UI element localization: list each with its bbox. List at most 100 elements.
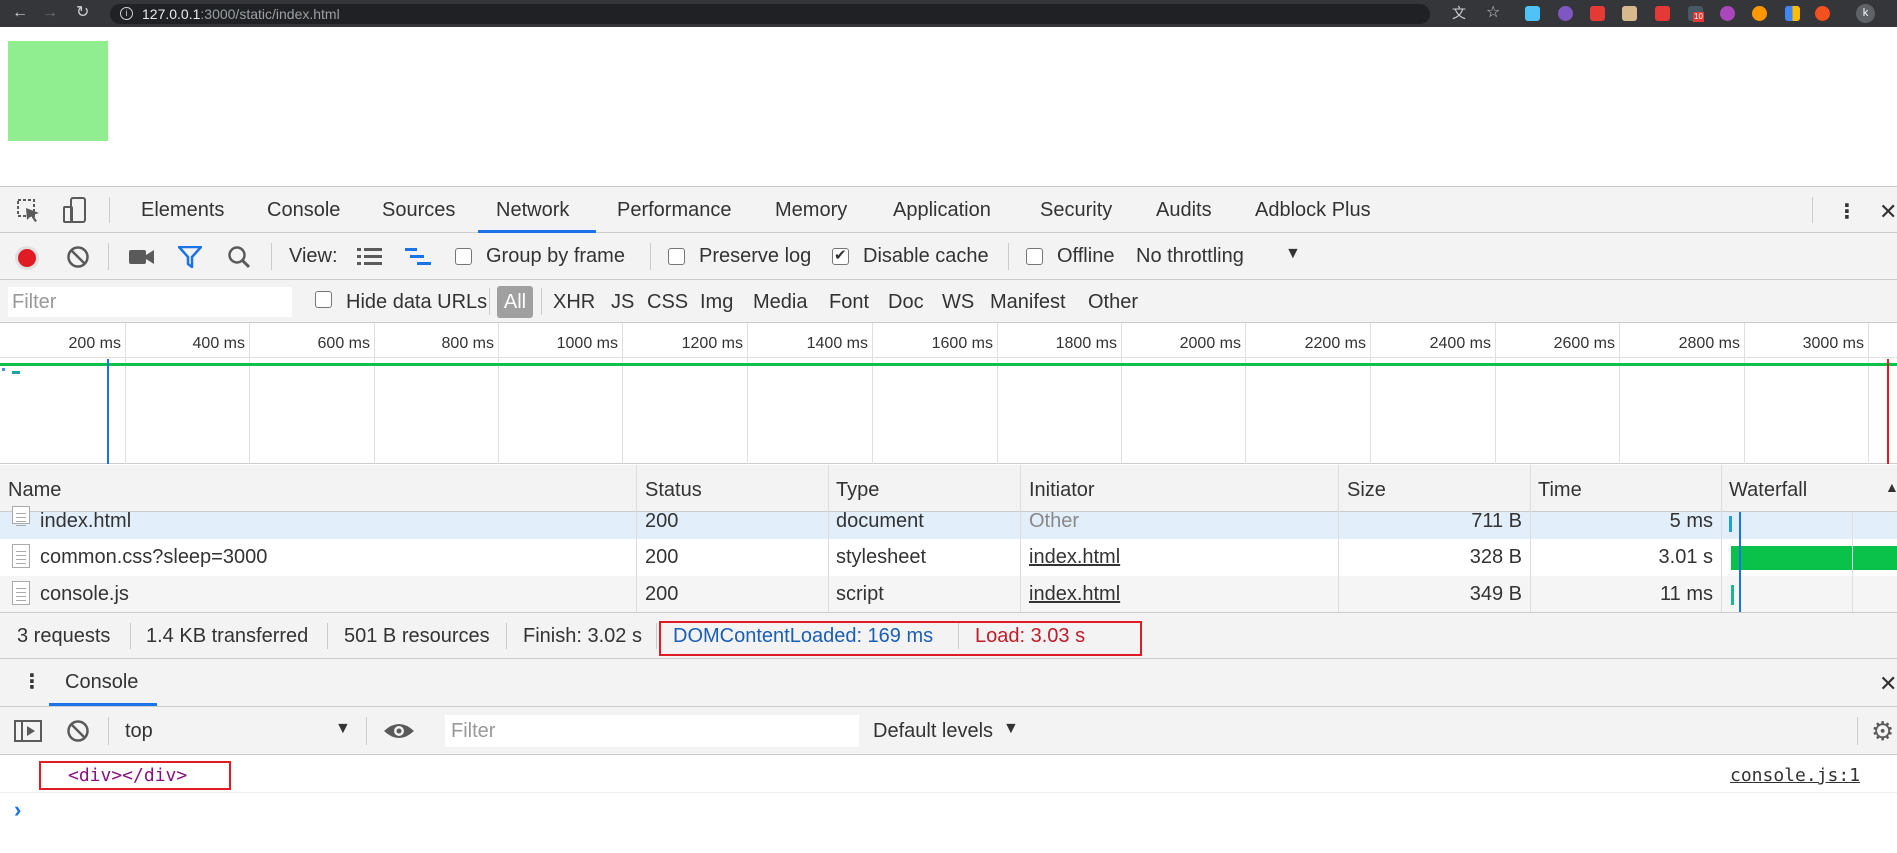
tab-performance[interactable]: Performance xyxy=(617,199,732,222)
load-marker xyxy=(1887,359,1889,464)
type-filter-css[interactable]: CSS xyxy=(647,291,688,314)
info-icon[interactable]: i xyxy=(120,7,133,20)
extension-icon[interactable] xyxy=(1785,6,1800,21)
type-filter-all[interactable]: All xyxy=(497,286,533,318)
hide-data-urls-checkbox[interactable] xyxy=(315,291,332,308)
request-name[interactable]: console.js xyxy=(40,583,129,606)
page-green-box xyxy=(8,41,108,141)
console-filter-input[interactable]: Filter xyxy=(445,715,859,747)
live-expression-eye-icon[interactable] xyxy=(383,721,415,741)
table-row[interactable]: console.js 200 script index.html 349 B 1… xyxy=(0,576,1897,613)
extension-icon[interactable] xyxy=(1655,6,1670,21)
tab-memory[interactable]: Memory xyxy=(775,199,847,222)
request-initiator-link[interactable]: index.html xyxy=(1029,546,1120,569)
type-filter-xhr[interactable]: XHR xyxy=(553,291,595,314)
requests-count: 3 requests xyxy=(17,625,111,647)
type-filter-font[interactable]: Font xyxy=(829,291,869,314)
chevron-down-icon[interactable]: ▼ xyxy=(335,720,351,738)
context-select[interactable]: top xyxy=(125,720,153,743)
type-filter-other[interactable]: Other xyxy=(1088,291,1138,314)
transferred-size: 1.4 KB transferred xyxy=(146,625,309,647)
table-row[interactable]: common.css?sleep=3000 200 stylesheet ind… xyxy=(0,539,1897,576)
preserve-log-checkbox[interactable] xyxy=(668,248,685,265)
request-name[interactable]: common.css?sleep=3000 xyxy=(40,546,267,569)
extension-icon[interactable] xyxy=(1815,6,1830,21)
network-filter-input[interactable]: Filter xyxy=(8,287,292,317)
type-filter-ws[interactable]: WS xyxy=(942,291,974,314)
console-prompt-icon[interactable]: › xyxy=(14,797,21,823)
tab-elements[interactable]: Elements xyxy=(141,199,224,222)
bookmark-star-icon[interactable]: ☆ xyxy=(1486,4,1500,22)
request-name[interactable]: index.html xyxy=(40,510,131,533)
sidebar-toggle-icon[interactable] xyxy=(14,720,42,742)
drawer-menu-icon[interactable]: ⋮ xyxy=(22,669,42,694)
group-by-frame-label: Group by frame xyxy=(486,245,625,267)
column-name[interactable]: Name xyxy=(8,479,61,502)
tab-application[interactable]: Application xyxy=(893,199,991,222)
device-toolbar-icon[interactable] xyxy=(63,197,87,225)
overview-icon[interactable] xyxy=(405,247,433,267)
extension-icon[interactable]: 10 xyxy=(1688,6,1704,22)
timeline-tick: 600 ms xyxy=(317,335,370,352)
profile-avatar[interactable]: k xyxy=(1856,4,1875,23)
filter-icon[interactable] xyxy=(178,246,202,268)
forward-icon[interactable]: → xyxy=(42,4,58,22)
clear-icon[interactable] xyxy=(66,245,90,269)
close-devtools-icon[interactable]: ✕ xyxy=(1879,199,1897,225)
url-text[interactable]: 127.0.0.1:3000/static/index.html xyxy=(142,6,340,22)
extension-icon[interactable] xyxy=(1558,6,1573,21)
tab-audits[interactable]: Audits xyxy=(1156,199,1212,222)
reload-icon[interactable]: ↻ xyxy=(76,4,89,22)
column-waterfall[interactable]: Waterfall xyxy=(1729,479,1807,502)
type-filter-img[interactable]: Img xyxy=(700,291,733,314)
extension-icon[interactable] xyxy=(1622,6,1637,21)
column-status[interactable]: Status xyxy=(645,479,702,502)
log-levels-select[interactable]: Default levels xyxy=(873,720,993,743)
group-by-frame-checkbox[interactable] xyxy=(455,248,472,265)
request-time: 5 ms xyxy=(1669,510,1713,532)
capture-screenshots-icon[interactable] xyxy=(128,247,156,267)
type-filter-manifest[interactable]: Manifest xyxy=(990,291,1066,314)
sort-up-icon[interactable]: ▲ xyxy=(1885,479,1897,495)
record-icon[interactable] xyxy=(14,245,40,271)
throttling-select[interactable]: No throttling xyxy=(1136,245,1244,268)
extension-icon[interactable] xyxy=(1525,6,1540,21)
disable-cache-checkbox[interactable] xyxy=(832,246,849,265)
timeline-tick: 2600 ms xyxy=(1553,335,1615,352)
network-overview[interactable]: 200 ms 400 ms 600 ms 800 ms 1000 ms 1200… xyxy=(0,323,1897,464)
inspect-element-icon[interactable] xyxy=(17,199,41,223)
network-toolbar: View: Group by frame Preserve log Disabl… xyxy=(0,233,1897,280)
tab-network[interactable]: Network xyxy=(496,199,569,222)
table-row[interactable]: index.html 200 document Other 711 B 5 ms xyxy=(0,506,1897,539)
back-icon[interactable]: ← xyxy=(12,4,28,22)
request-initiator-link[interactable]: index.html xyxy=(1029,583,1120,606)
close-drawer-icon[interactable]: ✕ xyxy=(1879,671,1897,697)
tab-adblock-plus[interactable]: Adblock Plus xyxy=(1255,199,1371,222)
console-source-link[interactable]: console.js:1 xyxy=(1730,765,1860,786)
extension-icon[interactable] xyxy=(1752,6,1767,21)
chevron-down-icon[interactable]: ▼ xyxy=(1285,245,1301,263)
column-type[interactable]: Type xyxy=(836,479,879,502)
console-settings-gear-icon[interactable]: ⚙ xyxy=(1871,716,1894,747)
drawer-tab-console[interactable]: Console xyxy=(65,671,138,694)
tab-sources[interactable]: Sources xyxy=(382,199,455,222)
large-rows-icon[interactable] xyxy=(357,247,383,267)
more-options-icon[interactable]: ⋮ xyxy=(1837,199,1857,224)
type-filter-js[interactable]: JS xyxy=(611,291,634,314)
type-filter-doc[interactable]: Doc xyxy=(888,291,924,314)
chevron-down-icon[interactable]: ▼ xyxy=(1003,720,1019,738)
translate-icon[interactable]: ⽂ xyxy=(1452,4,1466,22)
offline-checkbox[interactable] xyxy=(1026,248,1043,265)
tab-security[interactable]: Security xyxy=(1040,199,1112,222)
search-icon[interactable] xyxy=(227,245,251,269)
tab-console[interactable]: Console xyxy=(267,199,340,222)
column-initiator[interactable]: Initiator xyxy=(1029,479,1095,502)
clear-console-icon[interactable] xyxy=(66,719,90,743)
type-filter-media[interactable]: Media xyxy=(753,291,807,314)
column-size[interactable]: Size xyxy=(1347,479,1386,502)
waterfall-dcl-line xyxy=(1739,512,1741,612)
preserve-log-label: Preserve log xyxy=(699,245,812,267)
adblock-icon[interactable] xyxy=(1590,6,1605,21)
extension-icon[interactable] xyxy=(1720,6,1735,21)
column-time[interactable]: Time xyxy=(1538,479,1582,502)
